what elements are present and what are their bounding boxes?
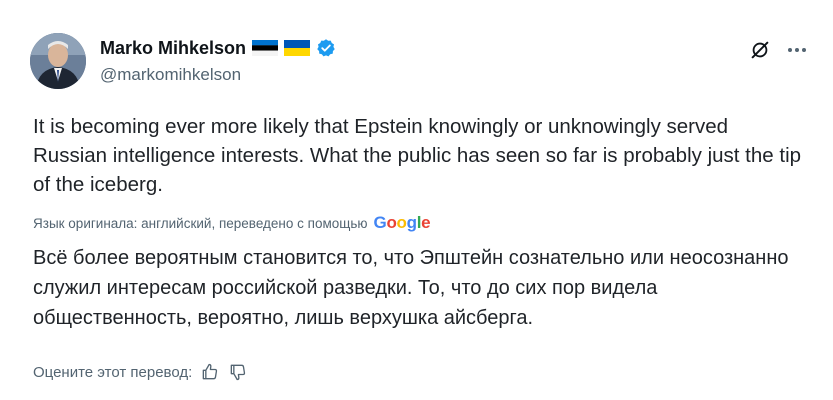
author-name-row: Marko Mihkelson bbox=[100, 37, 336, 59]
translated-text: Всё более вероятным становится то, что Э… bbox=[33, 247, 789, 329]
author-handle[interactable]: @markomihkelson bbox=[100, 65, 241, 85]
avatar-photo bbox=[30, 33, 86, 89]
tweet-card: Marko Mihkelson @markomihkelson It is be… bbox=[0, 0, 833, 400]
more-icon[interactable] bbox=[786, 42, 808, 58]
grok-icon[interactable] bbox=[749, 39, 771, 61]
tweet-text: It is becoming ever more likely that Eps… bbox=[33, 115, 802, 196]
thumbs-up-icon[interactable] bbox=[200, 362, 220, 382]
author-display-name[interactable]: Marko Mihkelson bbox=[100, 38, 246, 59]
thumbs-down-icon[interactable] bbox=[228, 362, 248, 382]
translation-note: Язык оригинала: английский, переведено с… bbox=[33, 213, 431, 232]
rate-translation-label: Оцените этот перевод: bbox=[33, 363, 193, 381]
translation-note-text: Язык оригинала: английский, переведено с… bbox=[33, 215, 368, 231]
estonia-flag-icon bbox=[252, 40, 279, 56]
google-logo: Google bbox=[373, 213, 431, 232]
rate-translation-row: Оцените этот перевод: bbox=[33, 360, 248, 384]
ukraine-flag-icon bbox=[284, 40, 311, 56]
verified-badge-icon bbox=[317, 39, 335, 57]
avatar[interactable] bbox=[30, 33, 86, 89]
